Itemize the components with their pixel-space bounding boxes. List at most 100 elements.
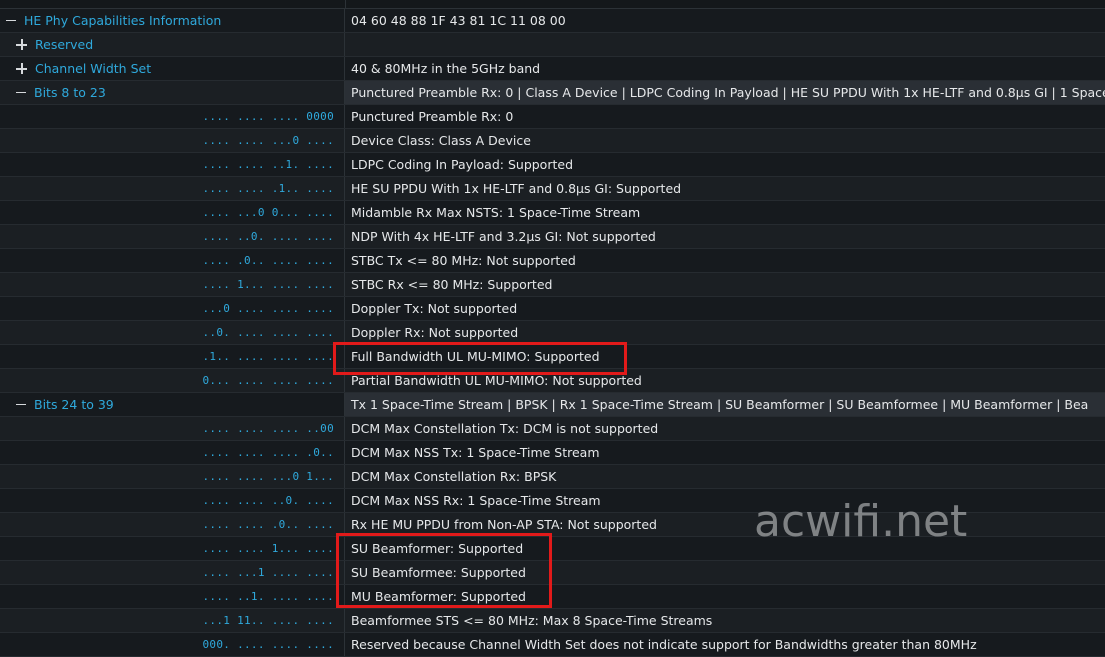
value-cell: Midamble Rx Max NSTS: 1 Space-Time Strea… <box>351 205 641 220</box>
collapse-minus-icon[interactable] <box>16 403 26 406</box>
bit-field-row[interactable]: ...0 .... .... .... Doppler Tx: Not suppo… <box>0 297 1105 321</box>
bit-mask: .... .... .... .0.. <box>202 446 334 459</box>
value-cell: Doppler Tx: Not supported <box>351 301 518 316</box>
value-cell: STBC Rx <= 80 MHz: Supported <box>351 277 553 292</box>
bit-mask: .... .... 1... .... <box>202 542 334 555</box>
tree-node-row[interactable]: HE Phy Capabilities Information 04 60 48 … <box>0 9 1105 33</box>
bit-mask: 0... .... .... .... <box>202 374 334 387</box>
highlight-box-full-bandwidth <box>333 342 627 375</box>
bit-mask: .... 1... .... .... <box>202 278 334 291</box>
bit-field-row[interactable]: .... .... ...0 .... Device Class: Class A… <box>0 129 1105 153</box>
value-cell: 04 60 48 88 1F 43 81 1C 11 08 00 <box>351 13 566 28</box>
bit-field-row[interactable]: .... ...0 0... .... Midamble Rx Max NSTS:… <box>0 201 1105 225</box>
bit-field-row[interactable]: .... ...1 .... .... SU Beamformee: Suppor… <box>0 561 1105 585</box>
value-cell: Doppler Rx: Not supported <box>351 325 519 340</box>
field-cell: .... .... .... 0000 <box>0 105 345 128</box>
bit-mask: .... ..1. .... .... <box>202 590 334 603</box>
bit-field-row[interactable]: .... .... .... ..00 DCM Max Constellation… <box>0 417 1105 441</box>
bit-field-row[interactable]: .... 1... .... .... STBC Rx <= 80 MHz: Su… <box>0 273 1105 297</box>
bit-field-row[interactable]: .... ..0. .... .... NDP With 4x HE-LTF an… <box>0 225 1105 249</box>
bit-field-row[interactable]: ...1 11.. .... .... Beamformee STS <= 80 … <box>0 609 1105 633</box>
field-cell: .... .... ..0. .... <box>0 489 345 512</box>
highlight-box-beamforming <box>336 533 552 608</box>
field-cell: .... .0.. .... .... <box>0 249 345 272</box>
node-label: Reserved <box>35 37 94 52</box>
expand-plus-icon[interactable] <box>16 63 27 74</box>
bit-mask: .... .... .1.. .... <box>202 182 334 195</box>
field-cell: .... ..0. .... .... <box>0 225 345 248</box>
bit-mask: .... .... .... 0000 <box>202 110 334 123</box>
field-cell: Channel Width Set <box>0 57 345 80</box>
node-label: Channel Width Set <box>35 61 152 76</box>
watermark: acwifi.net <box>754 496 968 547</box>
collapse-minus-icon[interactable] <box>6 19 16 22</box>
bit-field-row[interactable]: .... .0.. .... .... STBC Tx <= 80 MHz: No… <box>0 249 1105 273</box>
value-cell: NDP With 4x HE-LTF and 3.2µs GI: Not sup… <box>351 229 656 244</box>
value-cell: DCM Max Constellation Tx: DCM is not sup… <box>351 421 659 436</box>
field-cell: .... ..1. .... .... <box>0 585 345 608</box>
field-cell: 000. .... .... .... <box>0 633 345 656</box>
value-cell: Punctured Preamble Rx: 0 <box>351 109 514 124</box>
bit-field-row[interactable]: .... .... .1.. .... HE SU PPDU With 1x HE… <box>0 177 1105 201</box>
value-cell: Tx 1 Space-Time Stream | BPSK | Rx 1 Spa… <box>345 393 1105 416</box>
bit-field-row[interactable]: .... .... .... 0000 Punctured Preamble Rx… <box>0 105 1105 129</box>
bit-mask: ..0. .... .... .... <box>202 326 334 339</box>
node-label: HE Phy Capabilities Information <box>24 13 222 28</box>
tree-node-row[interactable]: Bits 8 to 23 Punctured Preamble Rx: 0 | C… <box>0 81 1105 105</box>
field-cell: .... ...0 0... .... <box>0 201 345 224</box>
bit-mask: .... ...1 .... .... <box>202 566 334 579</box>
bit-mask: .... .... ...0 1... <box>202 470 334 483</box>
field-cell: HE Phy Capabilities Information <box>0 9 345 32</box>
value-cell: DCM Max NSS Tx: 1 Space-Time Stream <box>351 445 600 460</box>
field-cell: .... .... .0.. .... <box>0 513 345 536</box>
value-cell: HE SU PPDU With 1x HE-LTF and 0.8µs GI: … <box>351 181 682 196</box>
field-cell: .... .... .... ..00 <box>0 417 345 440</box>
collapse-minus-icon[interactable] <box>16 91 26 94</box>
bit-mask: .... .... .0.. .... <box>202 518 334 531</box>
top-strip <box>0 0 1105 9</box>
bit-mask: .1.. .... .... .... <box>202 350 334 363</box>
tree-node-row[interactable]: Bits 24 to 39 Tx 1 Space-Time Stream | BP… <box>0 393 1105 417</box>
field-cell: Bits 24 to 39 <box>0 393 345 416</box>
field-cell: .... .... 1... .... <box>0 537 345 560</box>
value-cell: Beamformee STS <= 80 MHz: Max 8 Space-Ti… <box>351 613 713 628</box>
tree-node-row[interactable]: Reserved <box>0 33 1105 57</box>
field-cell: .... .... ...0 .... <box>0 129 345 152</box>
field-cell: Reserved <box>0 33 345 56</box>
value-cell: STBC Tx <= 80 MHz: Not supported <box>351 253 576 268</box>
field-cell: ...1 11.. .... .... <box>0 609 345 632</box>
field-cell: ..0. .... .... .... <box>0 321 345 344</box>
value-cell: DCM Max NSS Rx: 1 Space-Time Stream <box>351 493 601 508</box>
field-cell: .... .... ...0 1... <box>0 465 345 488</box>
field-cell: .... ...1 .... .... <box>0 561 345 584</box>
value-cell: 40 & 80MHz in the 5GHz band <box>351 61 541 76</box>
field-cell: ...0 .... .... .... <box>0 297 345 320</box>
expand-plus-icon[interactable] <box>16 39 27 50</box>
value-cell: Punctured Preamble Rx: 0 | Class A Devic… <box>345 81 1105 104</box>
tree-node-row[interactable]: Channel Width Set 40 & 80MHz in the 5GHz … <box>0 57 1105 81</box>
bit-mask: .... .... .... ..00 <box>202 422 334 435</box>
bit-mask: .... ..0. .... .... <box>202 230 334 243</box>
field-cell: .... 1... .... .... <box>0 273 345 296</box>
bit-mask: .... .... ...0 .... <box>202 134 334 147</box>
field-cell: Bits 8 to 23 <box>0 81 345 104</box>
value-cell: Reserved because Channel Width Set does … <box>351 637 977 652</box>
value-cell: Device Class: Class A Device <box>351 133 531 148</box>
bit-field-row[interactable]: .... .... ...0 1... DCM Max Constellation… <box>0 465 1105 489</box>
field-cell: .... .... .... .0.. <box>0 441 345 464</box>
bit-field-row[interactable]: 000. .... .... .... Reserved because Chan… <box>0 633 1105 657</box>
bit-field-row[interactable]: .... .... .... .0.. DCM Max NSS Tx: 1 Spa… <box>0 441 1105 465</box>
bit-field-row[interactable]: .... ..1. .... .... MU Beamformer: Suppor… <box>0 585 1105 609</box>
rows-container: HE Phy Capabilities Information 04 60 48 … <box>0 9 1105 657</box>
value-cell: LDPC Coding In Payload: Supported <box>351 157 573 172</box>
bit-mask: ...0 .... .... .... <box>202 302 334 315</box>
bit-mask: 000. .... .... .... <box>202 638 334 651</box>
bit-mask: .... ...0 0... .... <box>202 206 334 219</box>
bit-field-row[interactable]: .... .... ..1. .... LDPC Coding In Payloa… <box>0 153 1105 177</box>
bit-mask: .... .0.. .... .... <box>202 254 334 267</box>
value-cell <box>345 33 1105 56</box>
bit-mask: .... .... ..1. .... <box>202 158 334 171</box>
value-cell: DCM Max Constellation Rx: BPSK <box>351 469 557 484</box>
node-label: Bits 24 to 39 <box>34 397 114 412</box>
field-cell: .1.. .... .... .... <box>0 345 345 368</box>
